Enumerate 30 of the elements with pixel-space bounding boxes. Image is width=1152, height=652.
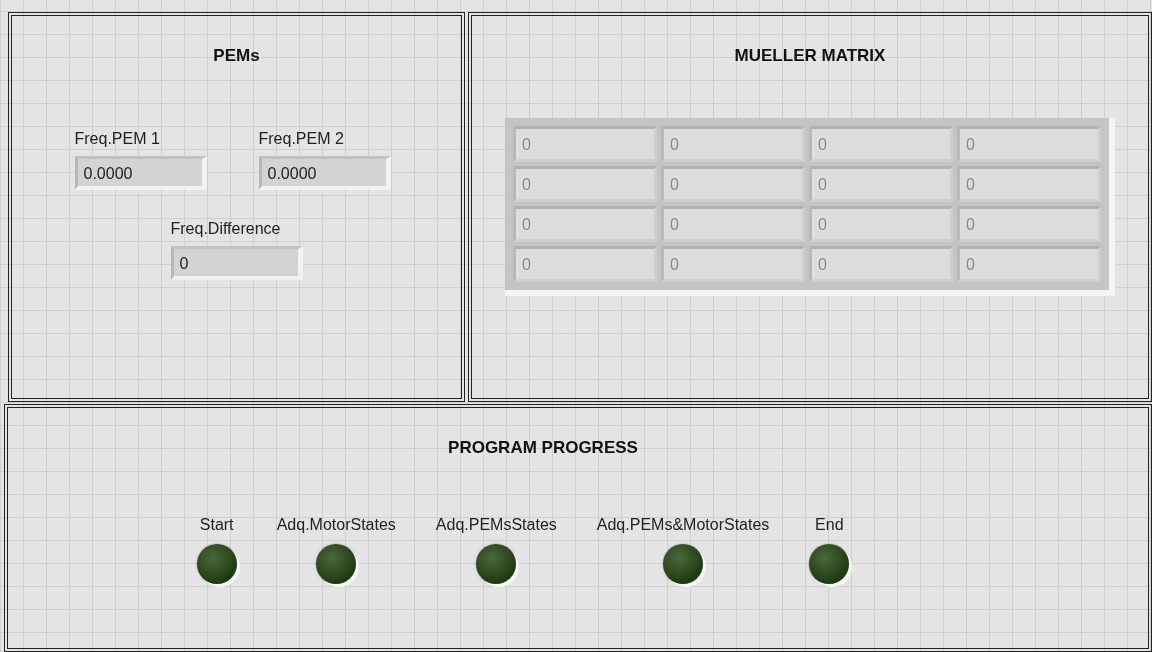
led-label: Start: [199, 516, 234, 534]
matrix-cell: 0: [809, 206, 953, 242]
matrix-cell: 0: [957, 206, 1101, 242]
matrix-cell: 0: [513, 206, 657, 242]
panel-title: PROGRAM PROGRESS: [448, 438, 638, 458]
matrix-cell: 0: [661, 246, 805, 282]
led-label: Adq.MotorStates: [276, 516, 396, 534]
numeric-indicator: 0.0000: [258, 156, 391, 190]
field-label: Freq.PEM 2: [258, 130, 345, 148]
matrix-cell: 0: [957, 246, 1101, 282]
panel-title: PEMs: [213, 46, 260, 66]
matrix-cell: 0: [957, 126, 1101, 162]
matrix-cell: 0: [809, 246, 953, 282]
field-label: Freq.Difference: [170, 220, 282, 238]
matrix-cell: 0: [661, 206, 805, 242]
matrix-cell: 0: [513, 126, 657, 162]
numeric-indicator: 0: [170, 246, 303, 280]
led-label: End: [815, 516, 844, 534]
matrix-cell: 0: [661, 126, 805, 162]
numeric-indicator: 0.0000: [74, 156, 207, 190]
led-label: Adq.PEMs&MotorStates: [596, 516, 770, 534]
matrix-cell: 0: [809, 166, 953, 202]
led-label: Adq.PEMsStates: [435, 516, 557, 534]
matrix-cell: 0: [957, 166, 1101, 202]
field-label: Freq.PEM 1: [74, 130, 161, 148]
matrix-cell: 0: [513, 246, 657, 282]
matrix-cell: 0: [809, 126, 953, 162]
panel-title: MUELLER MATRIX: [734, 46, 886, 66]
matrix-cell: 0: [513, 166, 657, 202]
matrix-cell: 0: [661, 166, 805, 202]
